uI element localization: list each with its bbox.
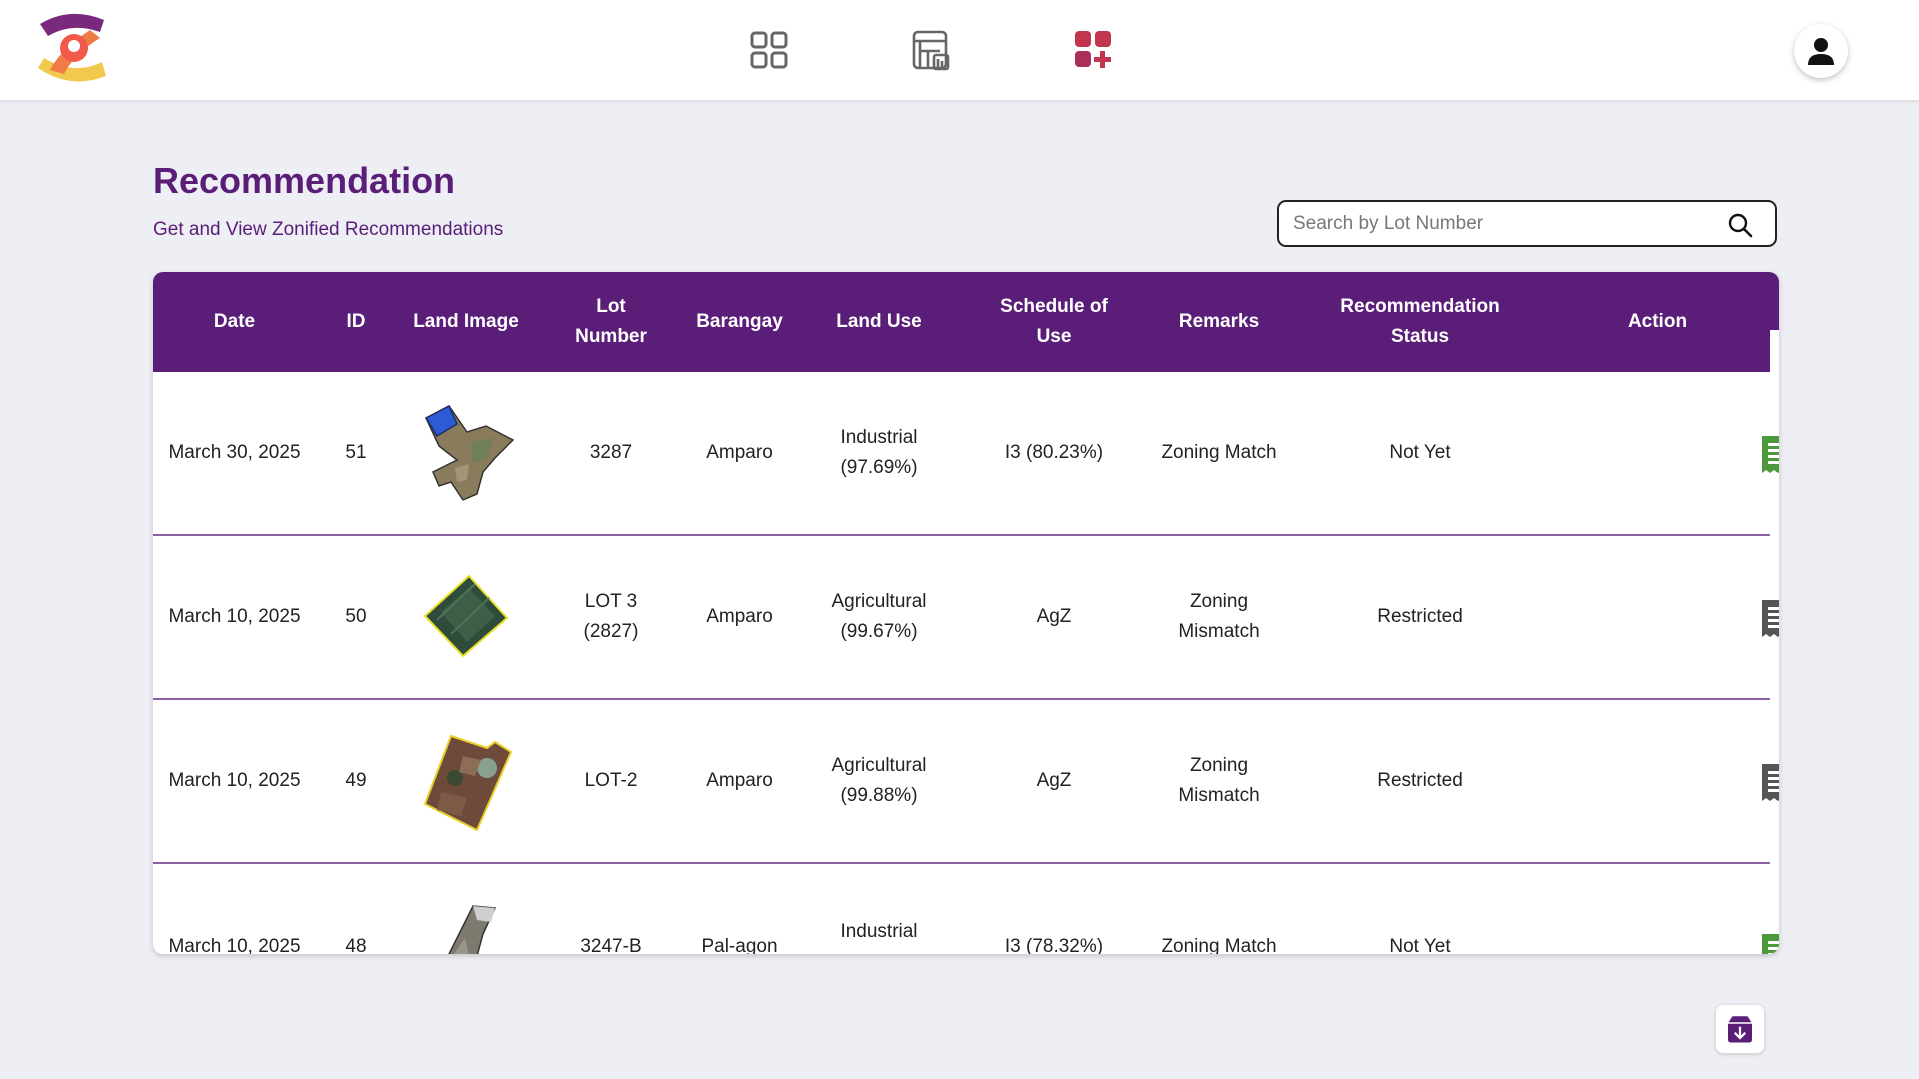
document-icon[interactable] [1760, 932, 1779, 954]
land-image[interactable] [396, 864, 536, 954]
cell-date: March 10, 2025 [168, 770, 301, 791]
cell-land-use: Industrial [840, 921, 918, 942]
column-header-date[interactable]: Date [153, 272, 316, 372]
column-header-land-image: Land Image [413, 311, 519, 332]
top-navbar [0, 0, 1919, 100]
cell-schedule-of-use: I3 (80.23%) [1004, 442, 1104, 463]
table-row[interactable]: March 10, 2025 48 3247-B Pal-agon Indust… [153, 864, 1779, 954]
cell-schedule-of-use: AgZ [1036, 606, 1072, 627]
cell-id: 51 [345, 442, 367, 463]
export-button[interactable] [1716, 1005, 1764, 1053]
cell-lot-number: 3287 [589, 442, 633, 463]
cell-barangay: Amparo [706, 770, 773, 791]
page-title: Recommendation [153, 160, 456, 201]
table-header: Date ID Land Image Lot Number Barangay L… [153, 272, 1770, 372]
column-header-remarks[interactable]: Remarks [1143, 272, 1295, 372]
document-icon[interactable] [1760, 434, 1779, 474]
cell-actions [1545, 536, 1779, 698]
cell-id: 50 [345, 606, 367, 627]
table-header-edge [1770, 272, 1779, 330]
cell-status: Restricted [1377, 770, 1463, 791]
table-row[interactable]: March 30, 2025 51 3287 Amparo Industrial… [153, 372, 1779, 536]
table-row[interactable]: March 10, 2025 50 LOT 3 (2827) Amparo Ag… [153, 536, 1779, 700]
cell-status: Not Yet [1389, 442, 1451, 463]
page-subtitle: Get and View Zonified Recommendations [153, 219, 504, 240]
export-archive-icon [1728, 1016, 1752, 1043]
cell-barangay: Pal-agon [701, 936, 778, 954]
cell-land-use: Industrial (97.69%) [840, 427, 918, 478]
column-header-schedule-of-use[interactable]: Schedule of Use [965, 272, 1143, 372]
cell-lot-number: 3247-B [580, 936, 642, 954]
cell-id: 48 [345, 936, 367, 954]
table-row[interactable]: March 10, 2025 49 LOT-2 Amparo Agricultu… [153, 700, 1779, 864]
cell-remarks: Zoning Match [1161, 442, 1277, 463]
cell-schedule-of-use: I3 (78.32%) [1004, 936, 1104, 954]
cell-actions [1545, 864, 1779, 954]
dashboard-grid-icon[interactable] [748, 28, 790, 72]
land-image-thumbnail [448, 905, 497, 954]
column-header-land-use[interactable]: Land Use [793, 272, 965, 372]
land-image-thumbnail [423, 574, 509, 658]
zonify-logo[interactable] [30, 10, 114, 90]
document-icon[interactable] [1760, 598, 1779, 638]
map-icon[interactable] [910, 28, 952, 72]
cell-barangay: Amparo [706, 606, 773, 627]
cell-barangay: Amparo [706, 442, 773, 463]
cell-remarks: Zoning Match [1161, 936, 1277, 954]
land-image[interactable] [396, 700, 536, 862]
cell-remarks: Zoning Mismatch [1178, 755, 1260, 806]
column-header-lot-number[interactable]: Lot Number [536, 272, 686, 372]
search-input[interactable] [1293, 212, 1713, 235]
user-avatar-icon [1808, 38, 1834, 65]
cell-status: Not Yet [1389, 936, 1451, 954]
cell-date: March 10, 2025 [168, 936, 301, 954]
search-icon[interactable] [1727, 212, 1753, 238]
cell-remarks: Zoning Mismatch [1178, 591, 1260, 642]
cell-land-use: Agricultural (99.67%) [831, 591, 927, 642]
land-image[interactable] [396, 372, 536, 534]
cell-date: March 30, 2025 [168, 442, 301, 463]
land-image-thumbnail [423, 734, 513, 832]
search-box [1277, 200, 1777, 247]
land-image-thumbnail [424, 404, 515, 501]
column-header-barangay[interactable]: Barangay [686, 272, 793, 372]
cell-lot-number: LOT 3 (2827) [583, 591, 639, 642]
cell-actions [1545, 700, 1779, 862]
cell-id: 49 [345, 770, 367, 791]
column-header-recommendation-status[interactable]: Recommendation Status [1295, 272, 1545, 372]
cell-schedule-of-use: AgZ [1036, 770, 1072, 791]
recommendation-table: Date ID Land Image Lot Number Barangay L… [153, 272, 1779, 954]
cell-land-use: Agricultural (99.88%) [831, 755, 927, 806]
column-header-id[interactable]: ID [316, 272, 396, 372]
cell-actions [1545, 372, 1779, 534]
land-image[interactable] [396, 536, 536, 698]
cell-lot-number: LOT-2 [584, 770, 638, 791]
cell-status: Restricted [1377, 606, 1463, 627]
cell-date: March 10, 2025 [168, 606, 301, 627]
user-avatar[interactable] [1794, 24, 1848, 78]
column-header-action: Action [1627, 311, 1688, 332]
document-icon[interactable] [1760, 762, 1779, 802]
add-apps-icon[interactable] [1073, 28, 1115, 72]
